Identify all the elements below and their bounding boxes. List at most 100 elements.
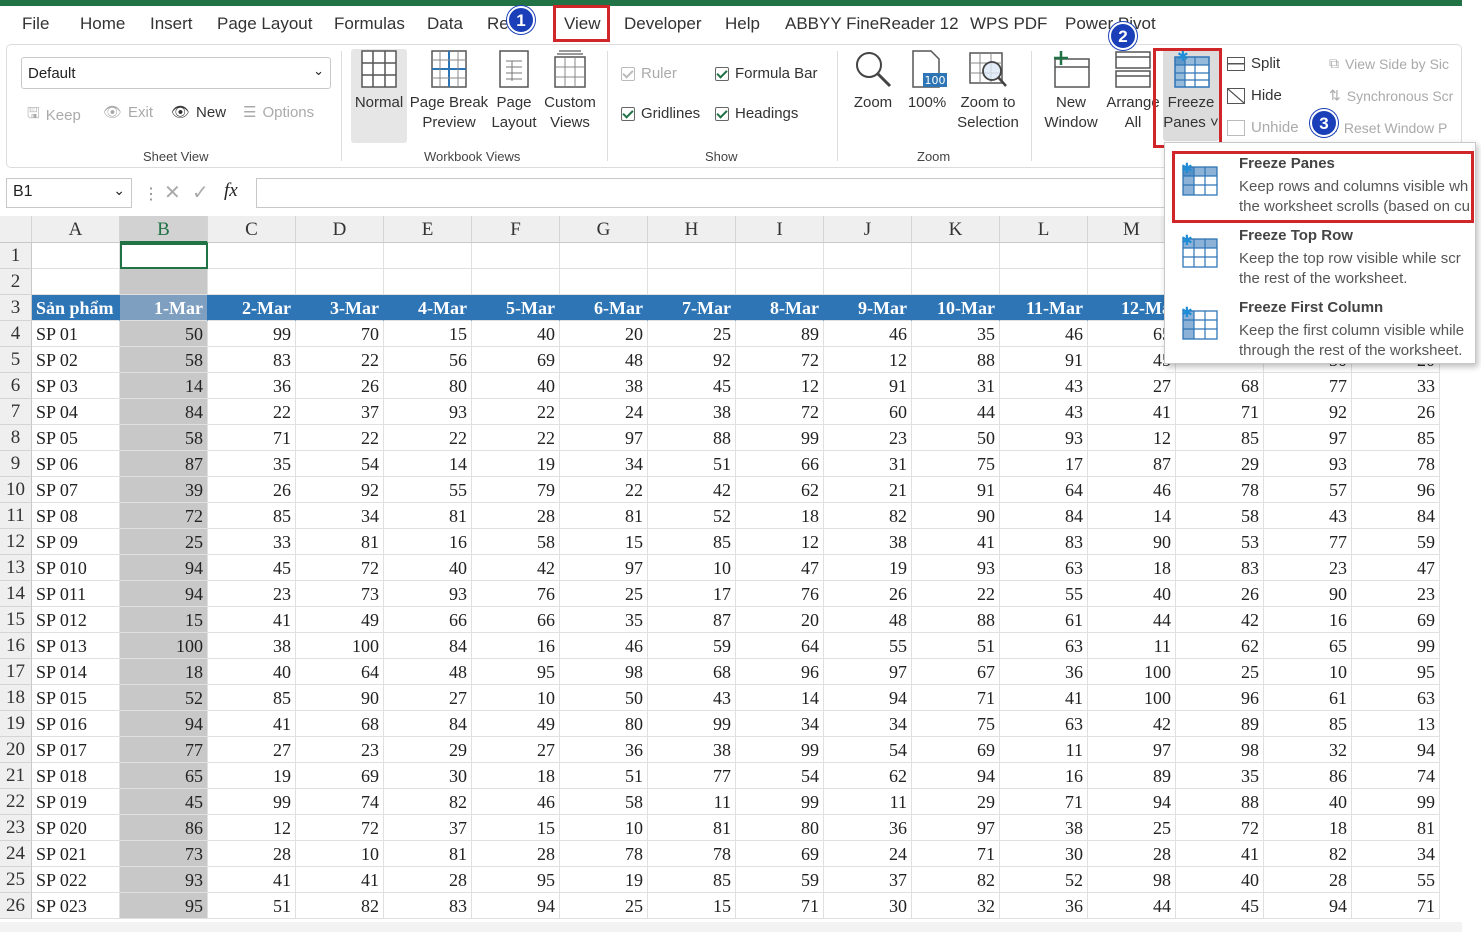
table-cell[interactable]: 91: [912, 477, 1000, 503]
row-header[interactable]: 3: [0, 295, 32, 321]
table-cell[interactable]: 97: [560, 425, 648, 451]
table-cell[interactable]: 37: [384, 815, 472, 841]
row-header[interactable]: 12: [0, 529, 32, 555]
menu-item-freeze-first-column[interactable]: ✱ Freeze First Column Keep the first col…: [1165, 297, 1475, 367]
table-cell[interactable]: 46: [824, 321, 912, 347]
table-cell[interactable]: 38: [1000, 815, 1088, 841]
table-cell[interactable]: 10: [296, 841, 384, 867]
table-cell[interactable]: 14: [120, 373, 208, 399]
row-header[interactable]: 11: [0, 503, 32, 529]
table-cell[interactable]: 63: [1000, 711, 1088, 737]
table-cell[interactable]: 72: [1176, 815, 1264, 841]
table-cell[interactable]: 50: [120, 321, 208, 347]
table-cell[interactable]: 22: [912, 581, 1000, 607]
table-cell[interactable]: SP 018: [32, 763, 120, 789]
table-cell[interactable]: 50: [912, 425, 1000, 451]
table-cell[interactable]: 82: [912, 867, 1000, 893]
table-cell[interactable]: 20: [736, 607, 824, 633]
table-cell[interactable]: 81: [648, 815, 736, 841]
table-cell[interactable]: 12: [824, 347, 912, 373]
table-cell[interactable]: 93: [1264, 451, 1352, 477]
table-cell[interactable]: 66: [384, 607, 472, 633]
table-cell[interactable]: SP 02: [32, 347, 120, 373]
keep-button[interactable]: 🖫 Keep: [27, 103, 81, 128]
table-cell[interactable]: 100: [1088, 685, 1176, 711]
table-cell[interactable]: 45: [208, 555, 296, 581]
table-cell[interactable]: [120, 269, 208, 295]
table-cell[interactable]: 27: [1088, 373, 1176, 399]
table-cell[interactable]: 96: [736, 659, 824, 685]
table-cell[interactable]: 10: [472, 685, 560, 711]
table-cell[interactable]: 58: [560, 789, 648, 815]
table-cell[interactable]: 51: [208, 893, 296, 919]
table-cell[interactable]: [560, 243, 648, 269]
table-cell[interactable]: 36: [1000, 659, 1088, 685]
column-header-h[interactable]: H: [648, 216, 736, 243]
table-cell[interactable]: 48: [384, 659, 472, 685]
table-cell[interactable]: [472, 269, 560, 295]
table-cell[interactable]: 18: [120, 659, 208, 685]
table-cell[interactable]: 40: [1264, 789, 1352, 815]
enter-check-icon[interactable]: ✓: [192, 180, 209, 205]
table-cell[interactable]: 85: [1176, 425, 1264, 451]
table-cell[interactable]: 41: [912, 529, 1000, 555]
table-cell[interactable]: 90: [1088, 529, 1176, 555]
table-cell[interactable]: [648, 269, 736, 295]
table-cell[interactable]: 84: [1352, 503, 1440, 529]
table-cell[interactable]: 18: [1264, 815, 1352, 841]
table-cell[interactable]: 44: [1088, 893, 1176, 919]
table-cell[interactable]: 26: [1176, 581, 1264, 607]
table-cell[interactable]: SP 020: [32, 815, 120, 841]
table-cell[interactable]: 94: [824, 685, 912, 711]
table-cell[interactable]: 23: [1264, 555, 1352, 581]
table-cell[interactable]: 71: [736, 893, 824, 919]
column-header-c[interactable]: C: [208, 216, 296, 243]
table-cell[interactable]: 88: [648, 425, 736, 451]
table-cell[interactable]: 94: [472, 893, 560, 919]
table-cell[interactable]: 85: [1352, 425, 1440, 451]
table-cell[interactable]: 38: [648, 737, 736, 763]
table-cell[interactable]: 27: [384, 685, 472, 711]
table-cell[interactable]: 46: [1000, 321, 1088, 347]
table-cell[interactable]: 54: [736, 763, 824, 789]
table-cell[interactable]: SP 014: [32, 659, 120, 685]
exit-button[interactable]: 👁 Exit: [103, 103, 153, 122]
table-cell[interactable]: 51: [560, 763, 648, 789]
table-cell[interactable]: 29: [912, 789, 1000, 815]
table-cell[interactable]: 18: [472, 763, 560, 789]
table-cell[interactable]: 45: [1176, 893, 1264, 919]
table-cell[interactable]: 68: [1176, 373, 1264, 399]
row-header[interactable]: 25: [0, 867, 32, 893]
table-cell[interactable]: 34: [736, 711, 824, 737]
row-header[interactable]: 26: [0, 893, 32, 919]
new-sheet-view-button[interactable]: 👁 New: [171, 103, 226, 122]
table-cell[interactable]: 84: [120, 399, 208, 425]
table-cell[interactable]: 58: [120, 425, 208, 451]
table-cell[interactable]: 22: [384, 425, 472, 451]
table-cell[interactable]: 31: [824, 451, 912, 477]
column-header-j[interactable]: J: [824, 216, 912, 243]
table-cell[interactable]: 27: [472, 737, 560, 763]
table-cell[interactable]: 43: [1264, 503, 1352, 529]
table-cell[interactable]: 43: [1000, 373, 1088, 399]
table-cell[interactable]: [736, 243, 824, 269]
table-cell[interactable]: [32, 243, 120, 269]
table-cell[interactable]: 52: [120, 685, 208, 711]
table-cell[interactable]: 76: [472, 581, 560, 607]
table-cell[interactable]: 18: [1088, 555, 1176, 581]
table-cell[interactable]: 35: [912, 321, 1000, 347]
table-cell[interactable]: 41: [1176, 841, 1264, 867]
tab-review[interactable]: Re: [487, 14, 509, 34]
table-cell[interactable]: 22: [560, 477, 648, 503]
active-cell-b1[interactable]: [120, 243, 208, 269]
table-cell[interactable]: 11: [648, 789, 736, 815]
table-cell[interactable]: 68: [296, 711, 384, 737]
table-cell[interactable]: 38: [560, 373, 648, 399]
table-cell[interactable]: 97: [912, 815, 1000, 841]
column-header-d[interactable]: D: [296, 216, 384, 243]
table-cell[interactable]: [1088, 243, 1176, 269]
table-cell[interactable]: [1000, 269, 1088, 295]
sheet-view-select[interactable]: Default ⌄: [21, 57, 331, 89]
table-cell[interactable]: 47: [1352, 555, 1440, 581]
tab-file[interactable]: File: [22, 14, 49, 34]
